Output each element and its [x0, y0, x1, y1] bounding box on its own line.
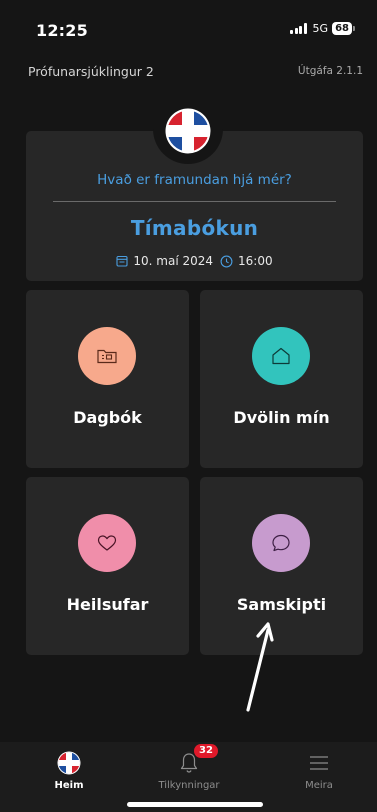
- messages-icon-circle: [252, 514, 310, 572]
- header: Prófunarsjúklingur 2 Útgáfa 2.1.1: [0, 62, 377, 82]
- status-indicators: 5G 68: [290, 22, 355, 35]
- nav-home-label: Heim: [54, 780, 84, 791]
- patient-name: Prófunarsjúklingur 2: [28, 64, 154, 79]
- nav-home[interactable]: Heim: [14, 750, 124, 791]
- appointment-title: Tímabókun: [130, 216, 259, 240]
- hospital-logo-icon: [165, 108, 211, 154]
- heart-icon: [97, 535, 117, 551]
- nav-more-label: Meira: [305, 780, 333, 791]
- tile-diary-label: Dagbók: [73, 408, 142, 427]
- stay-icon-circle: [252, 327, 310, 385]
- tile-health[interactable]: Heilsufar: [26, 477, 189, 655]
- battery-icon: 68: [332, 22, 355, 35]
- diary-icon-circle: [78, 327, 136, 385]
- appointment-date: 10. maí 2024: [133, 254, 214, 268]
- nav-more[interactable]: Meira: [264, 750, 374, 791]
- chat-bubble-icon: [272, 534, 290, 552]
- status-bar: 12:25 5G 68: [0, 0, 377, 60]
- signal-icon: [290, 23, 307, 34]
- tile-my-stay[interactable]: Dvölin mín: [200, 290, 363, 468]
- status-time: 12:25: [36, 21, 88, 40]
- calendar-icon: [116, 255, 128, 267]
- folder-icon: [97, 349, 117, 364]
- network-type: 5G: [312, 22, 329, 35]
- tile-health-label: Heilsufar: [66, 595, 149, 614]
- appointment-time: 16:00: [238, 254, 273, 268]
- appointment-meta: 10. maí 2024 16:00: [26, 254, 363, 268]
- clock-icon: [220, 255, 233, 267]
- home-indicator[interactable]: [127, 802, 263, 807]
- divider: [53, 201, 336, 202]
- annotation-arrow-icon: [246, 622, 274, 712]
- tile-my-stay-label: Dvölin mín: [233, 408, 330, 427]
- tile-diary[interactable]: Dagbók: [26, 290, 189, 468]
- home-logo-icon: [57, 751, 81, 775]
- appointment-question: Hvað er framundan hjá mér?: [97, 172, 292, 188]
- health-icon-circle: [78, 514, 136, 572]
- notification-badge: 32: [194, 744, 218, 758]
- home-icon: [272, 347, 290, 365]
- hamburger-menu-icon: [310, 756, 328, 770]
- battery-level: 68: [332, 22, 352, 35]
- nav-notifications[interactable]: 32 Tilkynningar: [134, 744, 244, 791]
- tile-messages-label: Samskipti: [236, 595, 327, 614]
- nav-notifications-label: Tilkynningar: [158, 780, 220, 791]
- app-version: Útgáfa 2.1.1: [297, 65, 363, 77]
